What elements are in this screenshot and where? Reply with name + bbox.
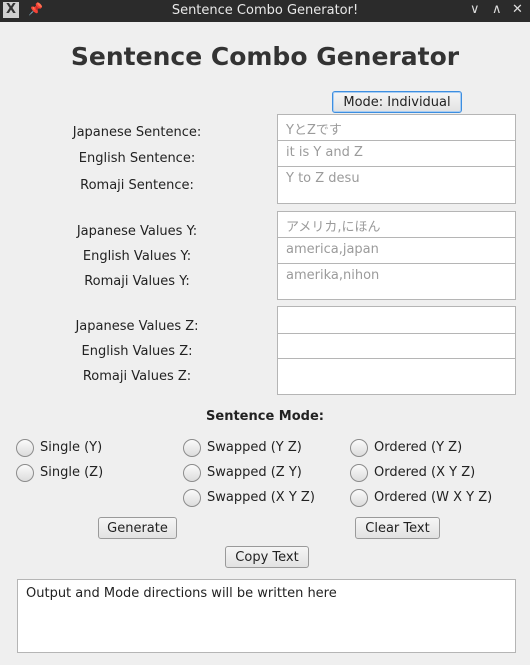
chevron-up-icon[interactable]: ∧ [492,2,502,17]
radio-circle-icon[interactable] [16,464,34,482]
japanese-values-z-field[interactable] [277,306,516,334]
japanese-sentence-label: Japanese Sentence: [72,125,202,140]
radio-circle-icon[interactable] [350,489,368,507]
sentence-mode-label: Sentence Mode: [206,409,324,424]
output-text-area[interactable]: Output and Mode directions will be writt… [17,579,516,653]
japanese-values-z-label: Japanese Values Z: [75,319,199,334]
english-values-z-label: English Values Z: [81,344,193,359]
radio-circle-icon[interactable] [183,464,201,482]
japanese-values-y-label: Japanese Values Y: [76,224,198,239]
romaji-values-y-field[interactable]: amerika,nihon [277,263,516,300]
romaji-sentence-field[interactable]: Y to Z desu [277,166,516,204]
english-values-y-label: English Values Y: [82,249,192,264]
romaji-values-z-label: Romaji Values Z: [82,369,192,384]
japanese-values-y-field[interactable]: アメリカ,にほん [277,211,516,238]
english-sentence-field[interactable]: it is Y and Z [277,140,516,167]
close-icon[interactable]: ✕ [512,2,523,17]
romaji-values-z-field[interactable] [277,358,516,395]
mode-button[interactable]: Mode: Individual [332,91,462,113]
radio-circle-icon[interactable] [183,439,201,457]
english-values-y-field[interactable]: america,japan [277,237,516,264]
radio-circle-icon[interactable] [16,439,34,457]
clear-text-button[interactable]: Clear Text [355,517,440,539]
english-values-z-field[interactable] [277,333,516,359]
radio-circle-icon[interactable] [350,439,368,457]
window-title: Sentence Combo Generator! [171,3,359,18]
radio-circle-icon[interactable] [183,489,201,507]
generate-button[interactable]: Generate [98,517,177,539]
romaji-values-y-label: Romaji Values Y: [84,274,190,289]
page-title: Sentence Combo Generator [70,42,460,71]
english-sentence-label: English Sentence: [78,151,196,166]
title-bar: X 📌 Sentence Combo Generator! ∨ ∧ ✕ [0,0,530,22]
romaji-sentence-label: Romaji Sentence: [80,178,194,193]
copy-text-button[interactable]: Copy Text [225,546,309,568]
japanese-sentence-field[interactable]: YとZです [277,114,516,141]
chevron-down-icon[interactable]: ∨ [470,2,480,17]
radio-circle-icon[interactable] [350,464,368,482]
